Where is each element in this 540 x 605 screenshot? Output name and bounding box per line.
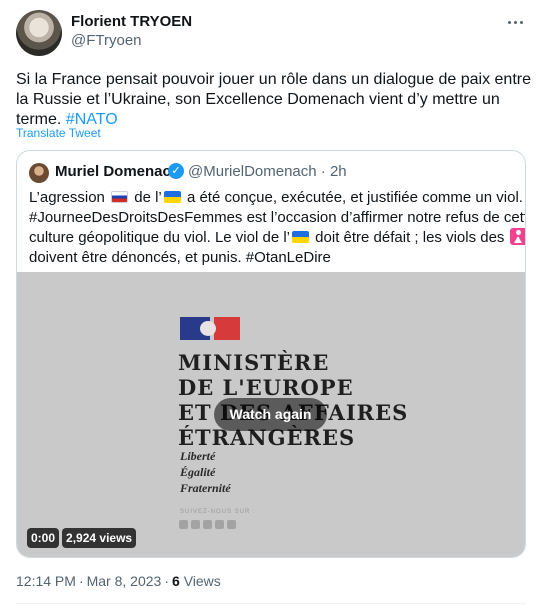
meta-separator: ·: [78, 573, 84, 589]
quoted-text-segment: culture géopolitique du viol. Le viol de…: [29, 229, 290, 246]
views-count: 6: [172, 573, 180, 589]
quoted-text-line: doivent être dénoncés, et punis. #OtanLe…: [29, 249, 331, 266]
quoted-tweet-age: 2h: [329, 163, 347, 180]
divider: [16, 603, 526, 604]
youtube-icon: [179, 520, 188, 529]
tweet-text-line: la Russie et l’Ukraine, son Excellence D…: [16, 91, 500, 108]
meta-separator: ·: [164, 573, 169, 589]
womens-symbol-icon: [509, 228, 525, 245]
twitter-icon: [203, 520, 212, 529]
quoted-author-name: Muriel Domenach: [55, 163, 181, 180]
linkedin-icon: [227, 520, 236, 529]
quoted-text-segment: doit être défait ; les viols des: [315, 229, 505, 246]
verified-badge-icon: ✓: [168, 163, 184, 179]
more-options-icon[interactable]: [500, 12, 530, 32]
quoted-text-segment: a été conçue, exécutée, et justifiée com…: [186, 189, 526, 206]
facebook-icon: [191, 520, 200, 529]
tweet-time[interactable]: 12:14 PM: [16, 573, 76, 589]
motto-line: Égalité: [180, 465, 216, 479]
quoted-author-meta: @MurielDomenach · 2h: [188, 163, 347, 180]
follow-us-label: SUIVEZ-NOUS SUR :: [180, 509, 256, 515]
author-name[interactable]: Florient TRYOEN: [71, 13, 192, 30]
social-icons: [179, 520, 236, 529]
marianne-logo-icon: [180, 317, 240, 340]
quoted-text-segment: L’agression: [29, 189, 105, 206]
flag-ukraine-icon: [163, 191, 181, 203]
flag-russia-icon: [111, 191, 129, 203]
tweet-meta: 12:14 PM · Mar 8, 2023 · 6 Views: [16, 573, 221, 589]
tweet-text: Si la France pensait pouvoir jouer un rô…: [16, 70, 531, 130]
ministry-title-line: DE L'EUROPE: [178, 375, 354, 400]
video-player[interactable]: MINISTÈRE DE L'EUROPE ET DES AFFAIRES ÉT…: [17, 272, 525, 557]
motto-line: Fraternité: [180, 481, 231, 495]
motto-line: Liberté: [180, 449, 216, 463]
quoted-text-line: culture géopolitique du viol. Le viol de…: [29, 228, 525, 248]
translate-tweet-link[interactable]: Translate Tweet: [16, 126, 101, 140]
motto: Liberté Égalité Fraternité: [180, 448, 231, 496]
quoted-author-avatar: [29, 163, 49, 183]
ministry-title-line: MINISTÈRE: [178, 350, 330, 375]
meta-separator: ·: [320, 163, 326, 180]
views-label: Views: [183, 573, 221, 589]
author-handle[interactable]: @FTryoen: [71, 32, 142, 49]
video-views-badge: 2,924 views: [62, 528, 137, 548]
quoted-text-line: #JourneeDesDroitsDesFemmes est l’occasio…: [29, 209, 526, 226]
quoted-text-segment: de l’: [134, 189, 162, 206]
quoted-author-handle: @MurielDomenach: [188, 163, 317, 180]
video-badges: 0:00 2,924 views: [27, 528, 137, 548]
tweet-text-line: Si la France pensait pouvoir jouer un rô…: [16, 71, 531, 88]
tweet: Florient TRYOEN @FTryoen Si la France pe…: [0, 0, 540, 605]
watch-again-button[interactable]: Watch again: [214, 398, 327, 431]
quoted-tweet-text: L’agression de l’ a été conçue, exécutée…: [29, 188, 526, 268]
video-time-badge: 0:00: [27, 528, 60, 548]
instagram-icon: [215, 520, 224, 529]
flag-ukraine-icon: [292, 231, 309, 243]
quoted-tweet[interactable]: Muriel Domenach ✓ @MurielDomenach · 2h L…: [16, 150, 526, 558]
quoted-text-line: L’agression de l’ a été conçue, exécutée…: [29, 188, 525, 208]
author-avatar[interactable]: [16, 10, 62, 56]
tweet-date[interactable]: Mar 8, 2023: [87, 573, 162, 589]
